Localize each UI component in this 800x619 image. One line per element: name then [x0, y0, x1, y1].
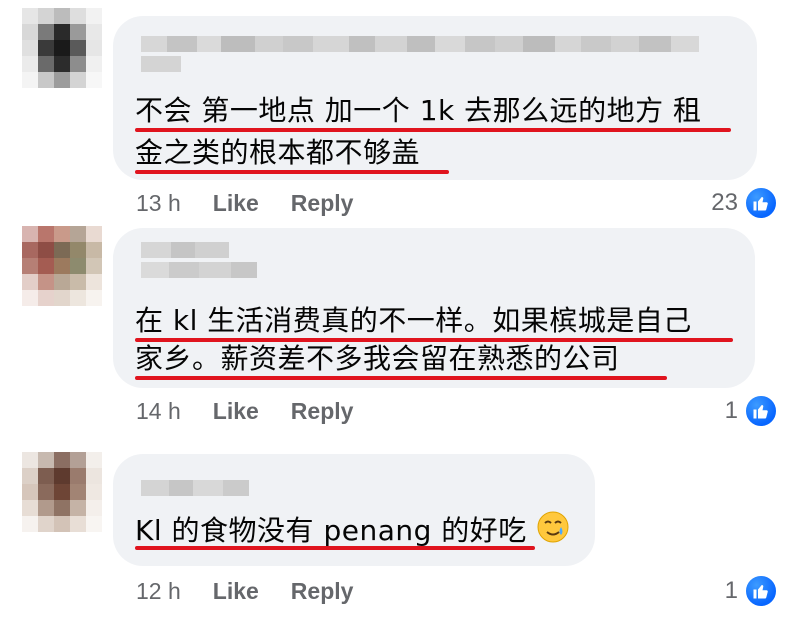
comment-text-line: 家乡。薪资差不多我会留在熟悉的公司 [135, 342, 620, 375]
comment-text: Kl 的食物没有 penang 的好吃 [135, 514, 527, 547]
reaction-count: 1 [724, 397, 738, 424]
avatar[interactable] [22, 8, 102, 88]
reaction-summary[interactable]: 1 [725, 574, 778, 608]
comment-bubble: 在 kl 生活消费真的不一样。如果槟城是自己 家乡。薪资差不多我会留在熟悉的公司 [113, 228, 755, 388]
tearful-smile-emoji [536, 510, 570, 554]
text-underline [135, 546, 535, 550]
avatar[interactable] [22, 226, 102, 306]
thumbs-up-icon [744, 186, 778, 220]
author-name-blurred[interactable] [141, 36, 699, 52]
comment-actions: 13 h Like Reply [136, 190, 353, 217]
author-name-blurred[interactable] [141, 242, 229, 258]
comment-bubble: 不会 第一地点 加一个 1k 去那么远的地方 租 金之类的根本都不够盖 [113, 16, 757, 180]
comment-text-line: 在 kl 生活消费真的不一样。如果槟城是自己 [135, 304, 692, 337]
reply-button[interactable]: Reply [291, 190, 354, 217]
like-button[interactable]: Like [213, 190, 259, 217]
author-name-blurred-line2 [141, 56, 181, 72]
reaction-count: 1 [724, 577, 738, 604]
reaction-summary[interactable]: 1 [725, 394, 778, 428]
reaction-count: 23 [711, 189, 738, 216]
reaction-summary[interactable]: 23 [711, 186, 778, 220]
timestamp[interactable]: 14 h [136, 398, 181, 425]
text-underline [135, 376, 667, 380]
comment-actions: 14 h Like Reply [136, 398, 353, 425]
author-name-blurred-line2 [141, 262, 257, 278]
text-underline [135, 128, 731, 132]
comment-text-line: 不会 第一地点 加一个 1k 去那么远的地方 租 [135, 94, 702, 127]
timestamp[interactable]: 13 h [136, 190, 181, 217]
thumbs-up-icon [744, 394, 778, 428]
comment-actions: 12 h Like Reply [136, 578, 353, 605]
like-button[interactable]: Like [213, 398, 259, 425]
comment-bubble: Kl 的食物没有 penang 的好吃 [113, 454, 595, 566]
reply-button[interactable]: Reply [291, 398, 354, 425]
text-underline [135, 170, 449, 174]
thumbs-up-icon [744, 574, 778, 608]
comment-text-line: 金之类的根本都不够盖 [135, 136, 421, 169]
timestamp[interactable]: 12 h [136, 578, 181, 605]
reply-button[interactable]: Reply [291, 578, 354, 605]
author-name-blurred[interactable] [141, 480, 249, 496]
avatar[interactable] [22, 452, 102, 532]
like-button[interactable]: Like [213, 578, 259, 605]
